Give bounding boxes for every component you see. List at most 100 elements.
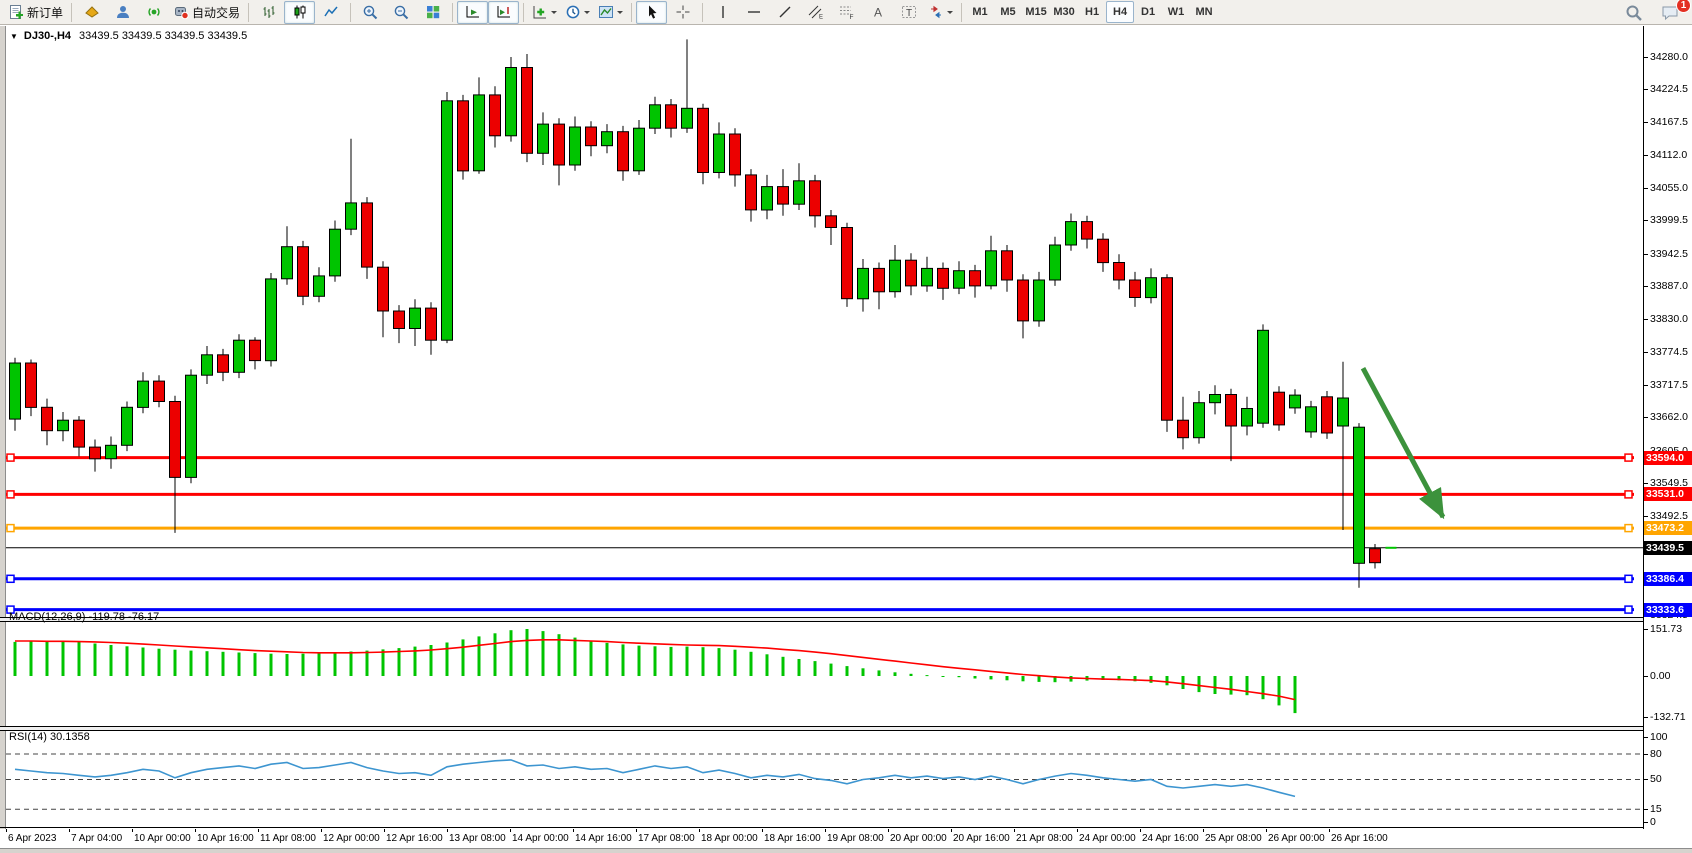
line-chart-button[interactable] [315,1,346,24]
hline-handle[interactable] [7,525,14,532]
timeframe-button-MN[interactable]: MN [1190,1,1218,23]
search-icon [1625,4,1643,22]
toolbar-separator [71,3,72,22]
timeframe-button-M5[interactable]: M5 [994,1,1022,23]
horizontal-line-button[interactable] [738,1,769,24]
arrows-caret-icon [947,11,953,17]
timeframe-button-W1[interactable]: W1 [1162,1,1190,23]
templates-caret-icon [617,11,623,17]
macd-pane[interactable] [6,622,1643,725]
date-tick [1077,829,1078,832]
macd-values: -119.78 -76.17 [88,611,159,623]
chart-shift-button[interactable] [488,1,519,24]
date-tick [951,829,952,832]
bar-chart-button[interactable] [253,1,284,24]
chart-symbol-period: DJ30-,H4 [24,30,71,42]
chat-button[interactable]: 1 [1655,1,1686,24]
svg-text:E: E [819,15,823,21]
auto-trading-button[interactable]: 自动交易 [169,1,244,24]
timeframe-button-M1[interactable]: M1 [966,1,994,23]
hline-handle[interactable] [1625,525,1632,532]
hline-price-label[interactable]: 33473.2 [1644,521,1692,535]
zoom-out-icon [393,4,410,21]
date-tick [699,829,700,832]
hline-handle[interactable] [1625,454,1632,461]
date-label: 13 Apr 08:00 [449,833,506,844]
macd-axis-tick: 0.00 [1644,670,1670,683]
indicators-button[interactable] [528,1,561,24]
text-label-button[interactable]: T [893,1,924,24]
candlestick-series [10,39,1397,587]
fibonacci-button[interactable]: F [831,1,862,24]
hline-33531.0[interactable] [6,491,1634,498]
rsi-axis-tick: 100 [1644,731,1668,744]
date-axis[interactable]: 6 Apr 20237 Apr 04:0010 Apr 00:0010 Apr … [0,829,1692,848]
date-tick [1329,829,1330,832]
trendline-button[interactable] [769,1,800,24]
periods-button[interactable] [561,1,594,24]
timeframe-button-H1[interactable]: H1 [1078,1,1106,23]
timeframe-button-D1[interactable]: D1 [1134,1,1162,23]
price-tick: 34167.5 [1644,116,1688,129]
auto-scroll-button[interactable] [457,1,488,24]
price-axis[interactable]: 34280.034224.534167.534112.034055.033999… [1644,26,1692,830]
price-tick: 33717.5 [1644,379,1688,392]
vertical-line-icon [717,4,729,20]
new-order-button[interactable]: 新订单 [4,1,67,24]
timeframe-button-M15[interactable]: M15 [1022,1,1050,23]
notification-badge: 1 [1676,0,1691,13]
auto-scroll-icon [464,4,481,20]
signals-button[interactable] [138,1,169,24]
hline-handle[interactable] [7,454,14,461]
price-tick: 33774.5 [1644,346,1688,359]
hline-price-label[interactable]: 33386.4 [1644,572,1692,586]
price-chart-pane[interactable] [6,26,1643,617]
hline-handle[interactable] [1625,575,1632,582]
timeframe-button-M30[interactable]: M30 [1050,1,1078,23]
toolbar-separator [452,3,453,22]
date-tick [1266,829,1267,832]
hline-price-label[interactable]: 33594.0 [1644,451,1692,465]
date-label: 18 Apr 16:00 [764,833,821,844]
rsi-pane[interactable] [6,731,1643,827]
timeframe-button-H4[interactable]: H4 [1106,1,1134,23]
zoom-out-button[interactable] [386,1,417,24]
hline-33333.6[interactable] [6,606,1634,613]
zoom-in-button[interactable] [355,1,386,24]
cursor-button[interactable] [636,1,667,24]
date-tick [69,829,70,832]
tile-windows-button[interactable] [417,1,448,24]
date-tick [195,829,196,832]
price-tick: 34224.5 [1644,83,1688,96]
hline-handle[interactable] [1625,606,1632,613]
chart-expander-icon[interactable]: ▼ [10,32,18,41]
date-label: 25 Apr 08:00 [1205,833,1262,844]
current-price-label[interactable]: 33439.5 [1644,541,1692,555]
rsi-axis-tick: 15 [1644,803,1662,816]
text-icon: A [871,4,885,20]
templates-button[interactable] [594,1,627,24]
periods-caret-icon [584,11,590,17]
text-button[interactable]: A [862,1,893,24]
arrows-button[interactable] [924,1,957,24]
date-label: 26 Apr 00:00 [1268,833,1325,844]
candlestick-chart-button[interactable] [284,1,315,24]
vertical-line-button[interactable] [707,1,738,24]
hline-33594.0[interactable] [6,454,1634,461]
marketwatch-button[interactable] [76,1,107,24]
crosshair-button[interactable] [667,1,698,24]
new-order-icon [8,4,24,20]
channel-button[interactable]: E [800,1,831,24]
date-label: 14 Apr 16:00 [575,833,632,844]
hline-33386.4[interactable] [6,575,1634,582]
horizontal-line-icon [746,4,762,20]
hline-handle[interactable] [7,575,14,582]
profile-button[interactable] [107,1,138,24]
search-button[interactable] [1618,1,1649,24]
hline-price-label[interactable]: 33531.0 [1644,487,1692,501]
hline-33473.2[interactable] [6,525,1634,532]
indicators-icon [532,4,548,20]
hline-handle[interactable] [7,491,14,498]
hline-price-label[interactable]: 33333.6 [1644,603,1692,617]
hline-handle[interactable] [1625,491,1632,498]
